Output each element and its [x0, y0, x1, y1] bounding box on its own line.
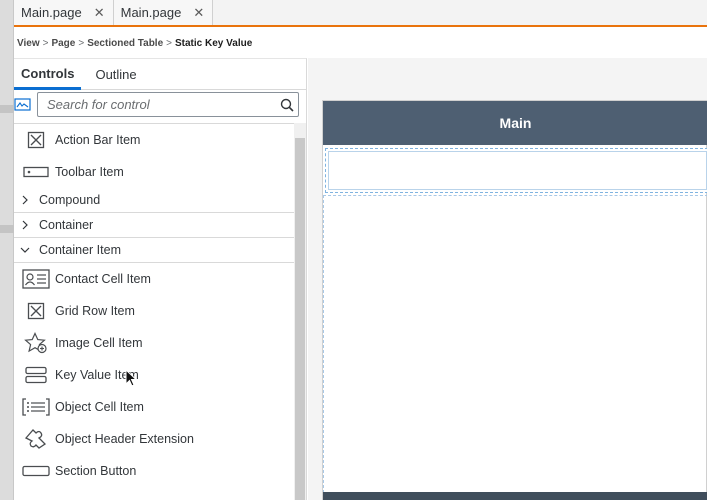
preview-section-drop-zone[interactable] — [325, 148, 707, 193]
search-field[interactable] — [37, 92, 299, 117]
list-item-grid-row-item[interactable]: Grid Row Item — [14, 295, 294, 327]
design-canvas: Main — [308, 58, 707, 500]
filter-icon[interactable] — [14, 96, 32, 114]
controls-list: Action Bar Item Toolbar Item Compound Co… — [14, 123, 294, 500]
grid-row-icon — [22, 300, 50, 322]
strip-marker — [0, 225, 14, 233]
breadcrumb-separator: > — [166, 37, 172, 49]
breadcrumb-item[interactable]: Page — [51, 38, 75, 49]
list-item-label: Object Header Extension — [55, 432, 194, 446]
breadcrumb-current: Static Key Value — [175, 37, 253, 49]
preview-footer — [323, 492, 707, 500]
object-header-extension-icon — [22, 428, 50, 450]
editor-tab[interactable]: Main.page ✕ — [14, 0, 114, 25]
list-item-toolbar-item[interactable]: Toolbar Item — [14, 156, 294, 188]
chevron-right-icon[interactable] — [18, 220, 31, 230]
close-icon[interactable]: ✕ — [193, 5, 204, 21]
editor-tab-label: Main.page — [120, 5, 182, 20]
breadcrumb-separator: > — [42, 37, 49, 49]
list-item-image-cell-item[interactable]: Image Cell Item — [14, 327, 294, 359]
preview-header[interactable]: Main — [323, 101, 707, 145]
group-label: Container Item — [39, 243, 121, 257]
editor-window: Main.page ✕ Main.page ✕ View > Page > Se… — [0, 0, 707, 500]
breadcrumb: View > Page > Sectioned Table > Static K… — [14, 29, 707, 57]
tab-controls[interactable]: Controls — [14, 59, 82, 90]
page-preview: Main — [322, 100, 707, 500]
tab-outline[interactable]: Outline — [89, 59, 142, 90]
list-item-label: Object Cell Item — [55, 400, 144, 414]
chevron-down-icon[interactable] — [18, 246, 31, 254]
list-item-label: Grid Row Item — [55, 304, 135, 318]
editor-tab[interactable]: Main.page ✕ — [113, 0, 214, 25]
group-container-item[interactable]: Container Item — [14, 238, 294, 263]
list-item-label: Contact Cell Item — [55, 272, 151, 286]
action-bar-item-icon — [22, 129, 50, 151]
list-item-action-bar-item[interactable]: Action Bar Item — [14, 124, 294, 156]
key-value-icon — [22, 364, 50, 386]
list-item-label: Toolbar Item — [55, 165, 124, 179]
editor-tab-label: Main.page — [21, 5, 82, 20]
list-item-object-header-extension[interactable]: Object Header Extension — [14, 423, 294, 455]
group-label: Compound — [39, 193, 101, 207]
breadcrumb-item[interactable]: Sectioned Table — [87, 38, 163, 49]
object-cell-icon — [22, 396, 50, 418]
breadcrumb-item[interactable]: View — [17, 38, 40, 49]
close-icon[interactable]: ✕ — [94, 5, 105, 21]
group-compound[interactable]: Compound — [14, 188, 294, 213]
search-icon[interactable] — [276, 94, 298, 116]
activity-strip — [0, 0, 14, 500]
list-item-section-button[interactable]: Section Button — [14, 455, 294, 487]
editor-tab-bar: Main.page ✕ Main.page ✕ — [14, 0, 707, 27]
preview-section-inner — [328, 151, 707, 190]
strip-marker — [0, 105, 14, 113]
list-item-label: Section Button — [55, 464, 137, 478]
toolbar-item-icon — [22, 161, 50, 183]
list-item-label: Image Cell Item — [55, 336, 143, 350]
search-input[interactable] — [38, 94, 276, 115]
contact-cell-icon — [22, 268, 50, 290]
mouse-cursor-icon — [125, 368, 138, 387]
controls-panel: Controls Outline Action — [14, 58, 307, 500]
group-container[interactable]: Container — [14, 213, 294, 238]
list-item-key-value-item[interactable]: Key Value Item — [14, 359, 294, 391]
image-cell-icon — [22, 332, 50, 354]
panel-tabs: Controls Outline — [14, 59, 306, 90]
list-item-contact-cell-item[interactable]: Contact Cell Item — [14, 263, 294, 295]
breadcrumb-separator: > — [78, 37, 85, 49]
group-label: Container — [39, 218, 94, 232]
list-item-object-cell-item[interactable]: Object Cell Item — [14, 391, 294, 423]
chevron-right-icon[interactable] — [18, 195, 31, 205]
list-item-label: Action Bar Item — [55, 133, 141, 147]
scrollbar-thumb[interactable] — [295, 138, 305, 500]
section-button-icon — [22, 460, 50, 482]
preview-content-area[interactable] — [323, 195, 707, 493]
preview-title: Main — [499, 115, 532, 131]
list-scrollbar[interactable] — [294, 123, 306, 500]
